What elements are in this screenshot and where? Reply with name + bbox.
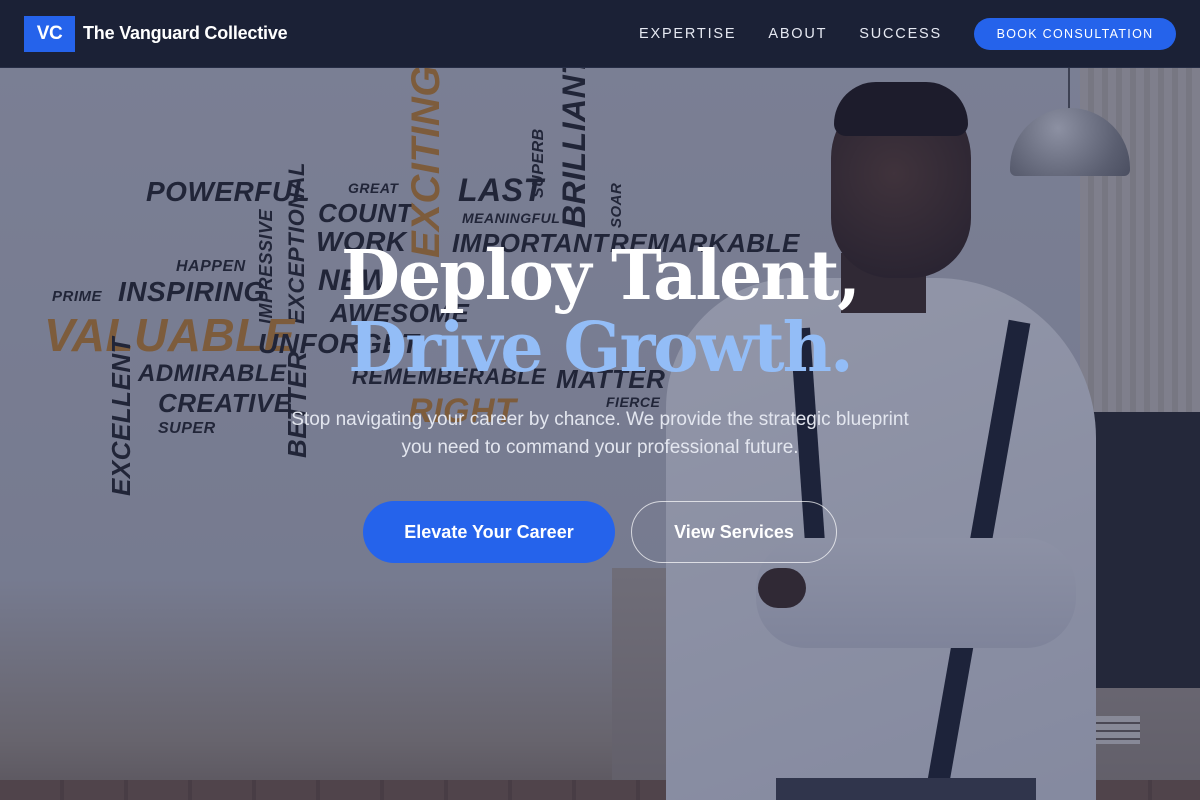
elevate-career-button[interactable]: Elevate Your Career bbox=[363, 501, 615, 563]
logo-mark[interactable]: VC bbox=[24, 15, 75, 52]
hero-section: POWERFUL GREAT COUNT WORK EXCITING LAST … bbox=[0, 68, 1200, 800]
brand[interactable]: VC The Vanguard Collective bbox=[24, 15, 288, 52]
book-consultation-button[interactable]: BOOK CONSULTATION bbox=[974, 17, 1176, 50]
nav-link-expertise[interactable]: EXPERTISE bbox=[639, 26, 736, 42]
hero-content: Deploy Talent, Drive Growth. Stop naviga… bbox=[0, 68, 1200, 800]
nav-link-about[interactable]: ABOUT bbox=[768, 26, 827, 42]
hero-headline-line1: Deploy Talent, bbox=[341, 236, 861, 316]
view-services-button[interactable]: View Services bbox=[631, 501, 837, 563]
main-nav: EXPERTISE ABOUT SUCCESS BOOK CONSULTATIO… bbox=[639, 17, 1176, 50]
hero-headline-line2: Drive Growth. bbox=[348, 308, 853, 388]
nav-link-success[interactable]: SUCCESS bbox=[859, 26, 942, 42]
site-header: VC The Vanguard Collective EXPERTISE ABO… bbox=[0, 0, 1200, 68]
brand-name[interactable]: The Vanguard Collective bbox=[83, 23, 288, 44]
hero-subtitle: Stop navigating your career by chance. W… bbox=[291, 409, 909, 458]
